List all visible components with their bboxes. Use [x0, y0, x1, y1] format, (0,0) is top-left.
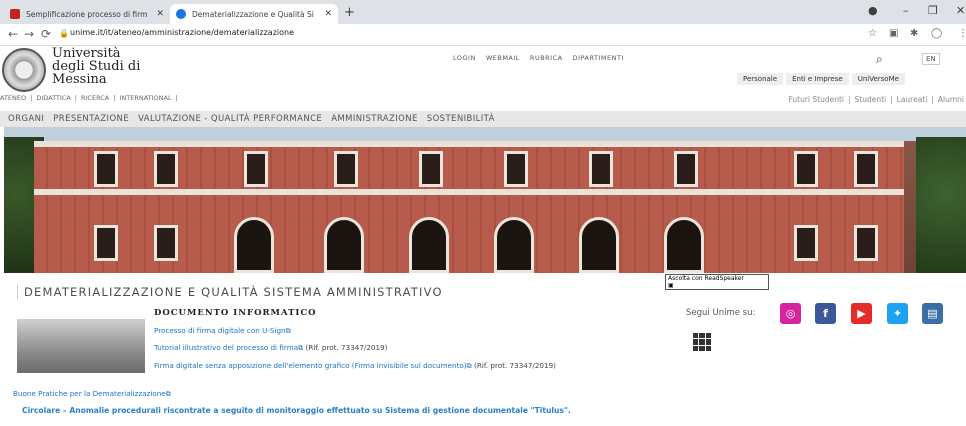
subnav-international[interactable]: INTERNATIONAL	[119, 94, 171, 102]
nav-organi[interactable]: ORGANI	[8, 114, 44, 124]
subnav-studenti[interactable]: Studenti	[855, 95, 887, 104]
account-icon[interactable]: ◯	[931, 28, 942, 39]
page-title: DEMATERIALIZZAZIONE E QUALITÀ SISTEMA AM…	[17, 285, 443, 299]
tree-decoration	[916, 137, 966, 273]
section-heading: DOCUMENTO INFORMATICO	[154, 308, 317, 318]
subnav-alumni[interactable]: Alumni	[938, 95, 964, 104]
dipartimenti-link[interactable]: DIPARTIMENTI	[573, 54, 624, 62]
browser-tab[interactable]: Semplificazione processo di firm ✕	[4, 4, 170, 24]
tab-title: Semplificazione processo di firm	[26, 9, 148, 19]
external-link-icon: ⧉	[165, 389, 171, 398]
university-name[interactable]: Università degli Studi di Messina	[52, 47, 140, 86]
lock-icon: 🔒	[59, 29, 69, 38]
language-toggle[interactable]: EN	[922, 53, 940, 65]
nav-presentazione[interactable]: PRESENTAZIONE	[53, 114, 129, 124]
buone-pratiche-link[interactable]: Buone Pratiche per la Dematerializzazion…	[13, 389, 171, 399]
url-field[interactable]: unime.it/it/ateneo/amministrazione/demat…	[70, 28, 294, 37]
search-icon[interactable]: ⌕	[876, 52, 883, 67]
webmail-link[interactable]: WEBMAIL	[486, 54, 520, 62]
external-link-icon: ⧉	[298, 343, 304, 352]
subnav-futuri-studenti[interactable]: Futuri Studenti	[788, 95, 844, 104]
subnav-laureati[interactable]: Laureati	[897, 95, 928, 104]
menu-icon[interactable]: ⋮	[958, 28, 966, 39]
close-tab-icon[interactable]: ✕	[156, 9, 164, 19]
subnav-left: ATENEO | DIDATTICA | RICERCA | INTERNATIONA…	[0, 94, 178, 102]
doc-link-firma-invisibile[interactable]: Firma digitale senza apposizione dell'el…	[154, 361, 594, 370]
close-tab-icon[interactable]: ✕	[324, 9, 332, 19]
tab-title: Dematerializzazione e Qualità Si	[192, 9, 314, 19]
subnav-didattica[interactable]: DIDATTICA	[36, 94, 70, 102]
nav-sostenibilita[interactable]: SOSTENIBILITÀ	[427, 114, 495, 124]
hero-building-image	[4, 127, 966, 273]
doc-link-tutorial[interactable]: Tutorial illustrativo del processo di fi…	[154, 343, 387, 353]
audience-tab-personale[interactable]: Personale	[737, 73, 784, 85]
audience-tab-enti[interactable]: Enti e Imprese	[786, 73, 849, 85]
university-seal-logo[interactable]	[2, 48, 46, 92]
browser-tab-bar: Semplificazione processo di firm ✕ Demat…	[0, 0, 966, 24]
circolare-link[interactable]: Circolare – Anomalie procedurali riscont…	[22, 405, 622, 416]
puzzle-icon[interactable]: ✱	[910, 28, 918, 39]
bookmark-star-icon[interactable]: ☆	[868, 28, 877, 39]
social-label: Segui Unime su:	[686, 308, 756, 318]
rubrica-link[interactable]: RUBRICA	[530, 54, 563, 62]
close-window-button[interactable]: ✕	[956, 4, 965, 17]
subnav-ateneo[interactable]: ATENEO	[0, 94, 26, 102]
reload-button[interactable]: ⟳	[41, 27, 51, 41]
external-link-icon: ⧉	[285, 326, 291, 335]
twitter-icon[interactable]: ✦	[887, 303, 908, 324]
address-bar-row: ← → ⟳ 🔒 unime.it/it/ateneo/amministrazio…	[0, 24, 966, 46]
minimize-button[interactable]: –	[903, 4, 909, 17]
main-nav: ORGANI PRESENTAZIONE VALUTAZIONE - QUALI…	[0, 111, 966, 127]
favicon-icon	[10, 9, 20, 19]
back-button[interactable]: ←	[8, 27, 18, 41]
historical-photo-thumbnail	[17, 319, 145, 373]
nav-amministrazione[interactable]: AMMINISTRAZIONE	[331, 114, 418, 124]
external-link-icon: ⧉	[466, 361, 472, 370]
building-facade	[34, 141, 904, 273]
nav-valutazione[interactable]: VALUTAZIONE - QUALITÀ PERFORMANCE	[138, 114, 322, 124]
forward-button[interactable]: →	[24, 27, 34, 41]
favicon-icon	[176, 9, 186, 19]
profile-icon[interactable]: ●	[868, 4, 878, 17]
subnav-right: Futuri Studenti | Studenti | Laureati | Alu…	[788, 95, 964, 104]
browser-tab-active[interactable]: Dematerializzazione e Qualità Si ✕	[170, 4, 338, 24]
facebook-icon[interactable]: f	[815, 303, 836, 324]
apps-grid-icon[interactable]	[693, 333, 711, 351]
maximize-button[interactable]: ❐	[928, 4, 938, 17]
audience-tabs: Personale Enti e Imprese UniVersoMe	[737, 73, 905, 85]
login-link[interactable]: LOGIN	[453, 54, 476, 62]
top-links: LOGIN WEBMAIL RUBRICA DIPARTIMENTI	[453, 54, 624, 62]
new-tab-button[interactable]: +	[344, 5, 355, 20]
extension-icon[interactable]: ▣	[889, 28, 898, 39]
readspeaker-button[interactable]: Ascolta con ReadSpeaker ▣	[665, 274, 769, 290]
subnav-ricerca[interactable]: RICERCA	[81, 94, 109, 102]
youtube-icon[interactable]: ▶	[851, 303, 872, 324]
app-icon[interactable]: ▤	[922, 303, 943, 324]
instagram-icon[interactable]: ◎	[780, 303, 801, 324]
audience-tab-universome[interactable]: UniVersoMe	[851, 73, 905, 85]
doc-link-usign[interactable]: Processo di firma digitale con U-Sign⧉	[154, 326, 291, 336]
